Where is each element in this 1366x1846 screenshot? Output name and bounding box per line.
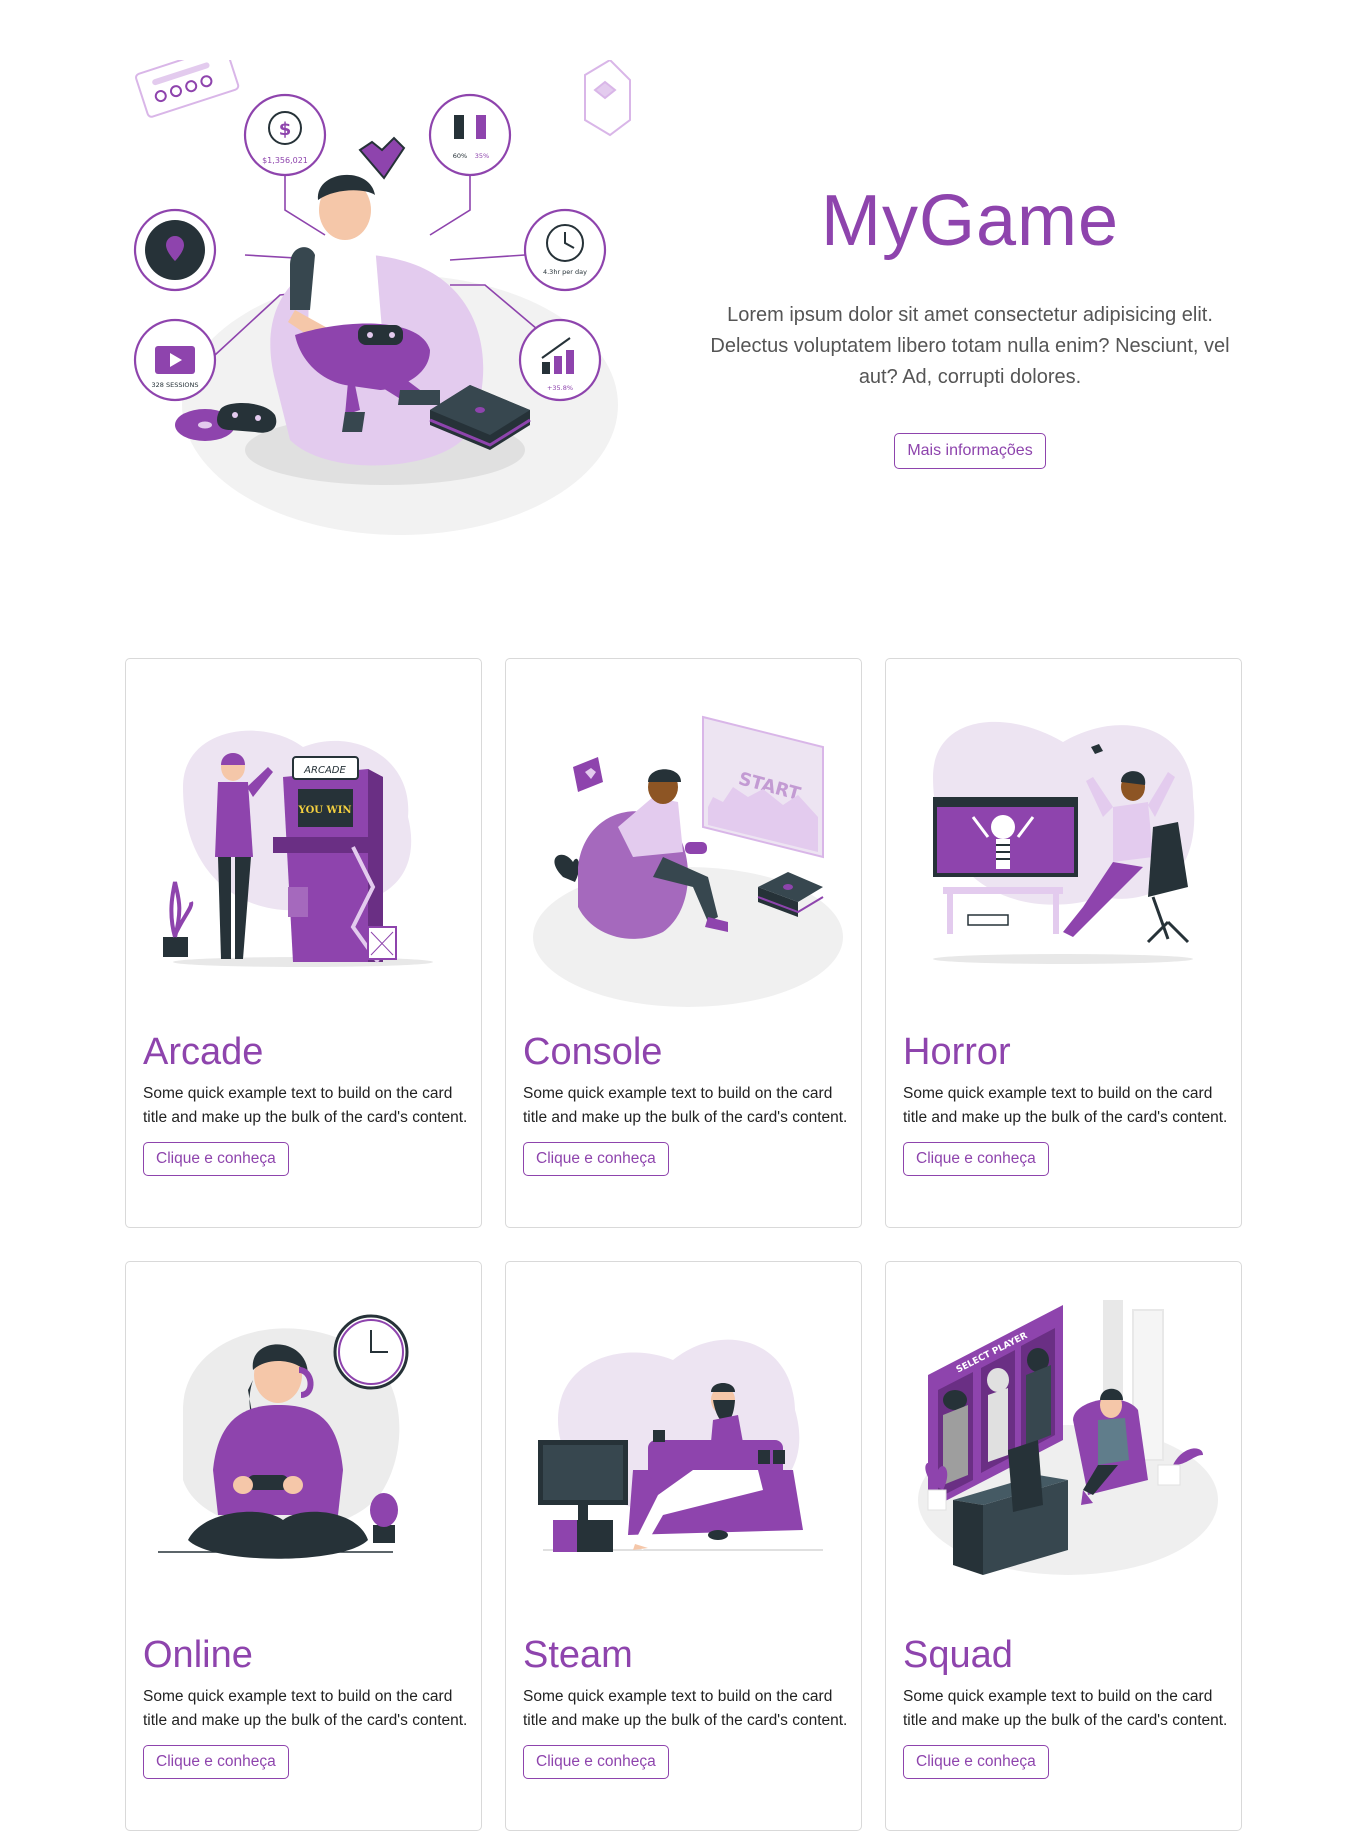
- card-text: Some quick example text to build on the …: [523, 1085, 848, 1126]
- card-button-arcade[interactable]: Clique e conheça: [143, 1142, 289, 1176]
- card-title: Arcade: [143, 1031, 264, 1073]
- you-win-text: YOU WIN: [297, 805, 351, 816]
- card-title: Horror: [903, 1031, 1011, 1073]
- hero-section: $ $1,356,021 328 SESSIONS 60% 35% 4.3hr …: [0, 0, 1366, 620]
- page-title: MyGame: [820, 181, 1120, 261]
- arcade-sign-text: ARCADE: [303, 765, 346, 776]
- hero-description: Lorem ipsum dolor sit amet consectetur a…: [710, 304, 1230, 388]
- card-steam: Steam Some quick example text to build o…: [505, 1261, 862, 1831]
- card-horror: Horror Some quick example text to build …: [885, 658, 1242, 1228]
- card-title: Squad: [903, 1634, 1013, 1676]
- card-text: Some quick example text to build on the …: [903, 1085, 1228, 1126]
- online-illustration: [158, 1314, 409, 1559]
- growth-stat-label: +35.8%: [547, 384, 573, 392]
- money-stat-label: $1,356,021: [262, 156, 308, 165]
- card-text: Some quick example text to build on the …: [143, 1688, 468, 1729]
- card-title: Steam: [523, 1634, 633, 1676]
- sessions-stat-label: 328 SESSIONS: [152, 381, 199, 389]
- card-button-online[interactable]: Clique e conheça: [143, 1745, 289, 1779]
- card-button-console[interactable]: Clique e conheça: [523, 1142, 669, 1176]
- card-title: Online: [143, 1634, 253, 1676]
- card-online: Online Some quick example text to build …: [125, 1261, 482, 1831]
- card-text: Some quick example text to build on the …: [143, 1085, 468, 1126]
- game-card-grid: ARCADE YOU WIN Arcade Some quick example…: [125, 658, 1242, 1831]
- card-text: Some quick example text to build on the …: [523, 1688, 848, 1729]
- time-stat-label: 4.3hr per day: [543, 268, 587, 276]
- female-percent-label: 35%: [475, 152, 489, 160]
- console-illustration: START: [533, 715, 843, 1007]
- card-title: Console: [523, 1031, 663, 1073]
- card-button-horror[interactable]: Clique e conheça: [903, 1142, 1049, 1176]
- horror-illustration: [933, 721, 1195, 964]
- svg-text:$: $: [279, 119, 292, 140]
- card-squad: SELECT PLAYER Squad Some quick example t…: [885, 1261, 1242, 1831]
- card-arcade: ARCADE YOU WIN Arcade Some quick example…: [125, 658, 482, 1228]
- arcade-illustration: ARCADE YOU WIN: [163, 730, 433, 967]
- squad-illustration: SELECT PLAYER: [918, 1300, 1218, 1575]
- male-percent-label: 60%: [453, 152, 467, 160]
- card-console: START Console Some quick example text to…: [505, 658, 862, 1228]
- gamer-hero-illustration: $ $1,356,021 328 SESSIONS 60% 35% 4.3hr …: [133, 60, 631, 535]
- card-text: Some quick example text to build on the …: [903, 1688, 1228, 1729]
- card-button-squad[interactable]: Clique e conheça: [903, 1745, 1049, 1779]
- card-button-steam[interactable]: Clique e conheça: [523, 1745, 669, 1779]
- more-info-button[interactable]: Mais informações: [894, 433, 1046, 469]
- steam-illustration: [538, 1339, 823, 1552]
- hero-text-block: MyGame Lorem ipsum dolor sit amet consec…: [690, 180, 1250, 469]
